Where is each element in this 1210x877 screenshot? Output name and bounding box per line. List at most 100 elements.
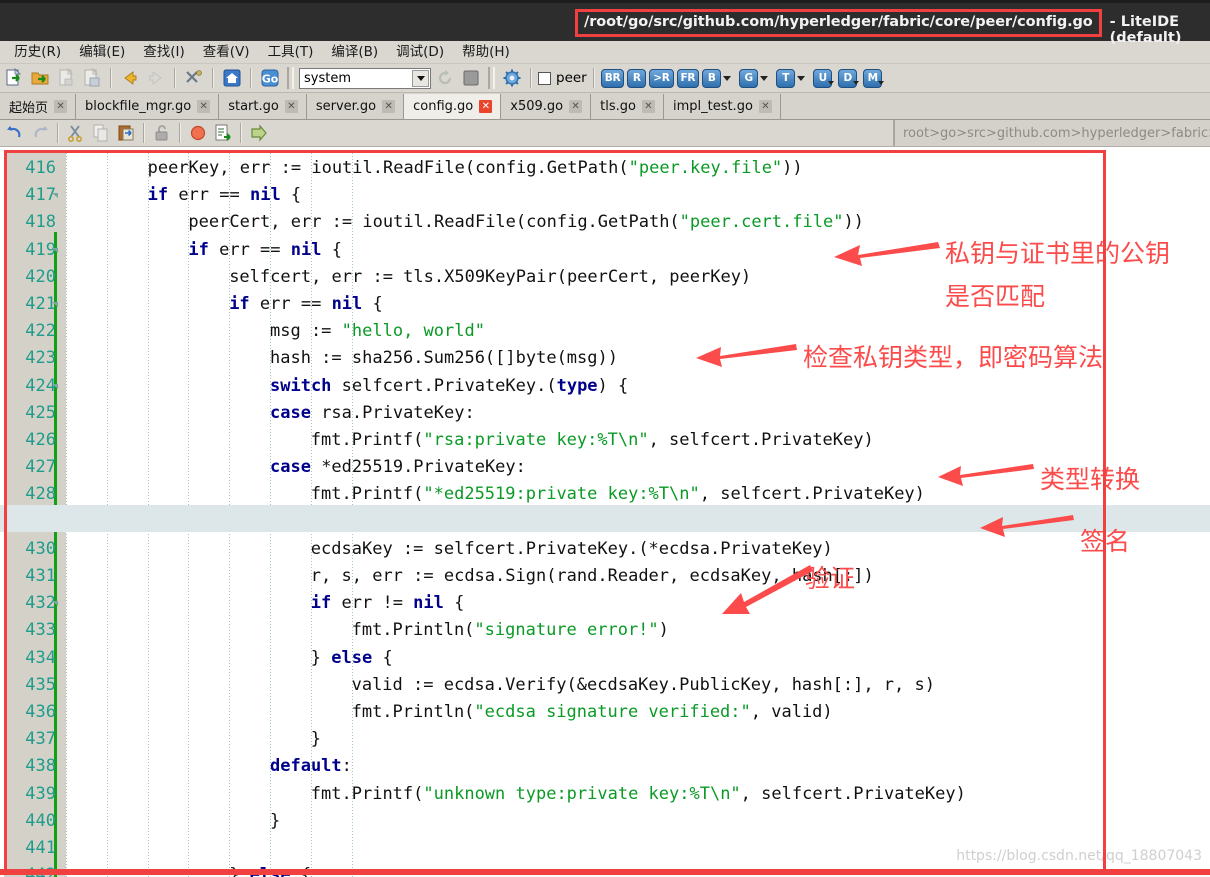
code-line[interactable]: if err == nil { — [188, 237, 342, 264]
toolbar-grip-2[interactable] — [488, 67, 495, 89]
gear-icon[interactable] — [500, 66, 524, 90]
undo-icon[interactable] — [3, 121, 27, 145]
chevron-down-icon[interactable] — [723, 75, 732, 81]
window-title-path: /root/go/src/github.com/hyperledger/fabr… — [575, 9, 1102, 37]
code-line[interactable]: valid := ecdsa.Verify(&ecdsaKey.PublicKe… — [352, 672, 935, 699]
target-checkbox-group[interactable]: peer — [538, 70, 587, 86]
toolbar-grip-1[interactable] — [287, 67, 294, 89]
chevron-down-icon[interactable] — [853, 80, 860, 85]
target-checkbox[interactable] — [538, 71, 551, 85]
close-icon[interactable]: ✕ — [641, 100, 655, 113]
build-button-D[interactable]: D — [838, 68, 860, 88]
breadcrumb[interactable]: root>go>src>github.com>hyperledger>fabri… — [893, 120, 1210, 146]
code-line[interactable]: default: — [270, 753, 352, 780]
tab-start-go[interactable]: start.go ✕ — [219, 94, 307, 119]
menu-item-2[interactable]: 编辑(E) — [70, 42, 134, 63]
code-text: ) — [658, 620, 669, 641]
build-button-R[interactable]: R — [627, 68, 647, 88]
build-button-B[interactable]: B — [702, 68, 732, 88]
tab-x509-go[interactable]: x509.go ✕ — [501, 94, 592, 119]
chevron-down-icon[interactable] — [797, 75, 806, 81]
code-line[interactable]: } — [270, 808, 280, 835]
build-button-BR[interactable]: BR — [600, 68, 625, 88]
editor-toolbar: root>go>src>github.com>hyperledger>fabri… — [0, 120, 1210, 147]
menu-item-5[interactable]: 工具(T) — [259, 42, 323, 63]
export-icon[interactable] — [211, 121, 235, 145]
code-line[interactable]: case *ed25519.PrivateKey: — [270, 454, 526, 481]
menu-item-6[interactable]: 编译(B) — [322, 42, 387, 63]
code-text: } — [310, 729, 322, 750]
line-number: 422 — [25, 321, 56, 342]
close-icon[interactable]: ✕ — [479, 100, 493, 113]
code-line[interactable]: peerCert, err := ioutil.ReadFile(config.… — [188, 209, 864, 236]
menu-item-7[interactable]: 调试(D) — [387, 42, 453, 63]
build-button-FR[interactable]: FR — [676, 68, 700, 88]
code-line[interactable]: msg := "hello, world" — [270, 318, 485, 345]
tab-config-go[interactable]: config.go ✕ — [404, 94, 502, 119]
cut-icon[interactable] — [64, 121, 88, 145]
build-button-G[interactable]: G — [739, 68, 769, 88]
fold-toggle-icon[interactable] — [52, 302, 58, 307]
chevron-down-icon[interactable] — [878, 80, 885, 85]
fold-toggle-icon[interactable] — [52, 247, 58, 253]
code-line[interactable]: selfcert, err := tls.X509KeyPair(peerCer… — [229, 264, 751, 291]
close-icon[interactable]: ✕ — [197, 100, 211, 113]
home-icon[interactable] — [220, 66, 244, 90]
code-line[interactable]: fmt.Printf("unknown type:private key:%T\… — [311, 781, 966, 808]
tab-label: start.go — [228, 99, 279, 114]
code-line[interactable]: } — [311, 726, 321, 753]
tab----[interactable]: 起始页 ✕ — [0, 94, 77, 119]
fold-toggle-icon[interactable] — [52, 193, 58, 199]
code-line[interactable]: switch selfcert.PrivateKey.(type) { — [270, 373, 628, 400]
menu-item-3[interactable]: 查找(I) — [134, 42, 194, 63]
close-icon[interactable]: ✕ — [758, 100, 772, 113]
close-icon[interactable]: ✕ — [284, 100, 298, 113]
code-line[interactable]: peerKey, err := ioutil.ReadFile(config.G… — [148, 155, 803, 182]
code-text: { — [372, 647, 393, 668]
menu-item-4[interactable]: 查看(V) — [194, 42, 259, 63]
build-button-gtR[interactable]: >R — [649, 68, 674, 88]
menu-item-8[interactable]: 帮助(H) — [453, 42, 519, 63]
chevron-down-icon[interactable] — [760, 75, 769, 81]
chevron-down-icon[interactable] — [828, 80, 835, 85]
code-line[interactable]: fmt.Printf("rsa:private key:%T\n", selfc… — [311, 427, 874, 454]
tab-impl-test-go[interactable]: impl_test.go ✕ — [663, 94, 781, 119]
code-line[interactable]: if err != nil { — [311, 590, 465, 617]
stop-icon[interactable] — [459, 66, 483, 90]
code-line[interactable]: hash := sha256.Sum256([]byte(msg)) — [270, 345, 618, 372]
code-line[interactable]: if err == nil { — [148, 182, 302, 209]
fold-toggle-icon[interactable] — [52, 383, 58, 389]
tools-icon[interactable] — [182, 66, 206, 90]
tab-server-go[interactable]: server.go ✕ — [306, 94, 405, 119]
menu-item-1[interactable]: 历史(R) — [5, 42, 70, 63]
tab-blockfile-mgr-go[interactable]: blockfile_mgr.go ✕ — [76, 94, 220, 119]
code-line[interactable]: fmt.Println("ecdsa signature verified:",… — [352, 699, 833, 726]
close-icon[interactable]: ✕ — [569, 100, 583, 113]
code-line[interactable]: fmt.Println("signature error!") — [352, 617, 669, 644]
lock-icon[interactable] — [150, 121, 174, 145]
code-line[interactable]: ecdsaKey := selfcert.PrivateKey.(*ecdsa.… — [311, 536, 833, 563]
chevron-down-icon[interactable] — [412, 69, 429, 87]
tab-tls-go[interactable]: tls.go ✕ — [591, 94, 664, 119]
code-line[interactable]: } else { — [311, 645, 393, 672]
close-icon[interactable]: ✕ — [382, 100, 396, 113]
window-title-app: - LiteIDE (default) — [1109, 14, 1182, 46]
code-line[interactable]: if err == nil { — [229, 291, 383, 318]
build-button-U[interactable]: U — [813, 68, 835, 88]
open-folder-icon[interactable] — [28, 66, 52, 90]
line-number: 433 — [25, 620, 56, 641]
fold-toggle-icon[interactable] — [52, 601, 58, 607]
environment-combobox[interactable]: system — [299, 67, 431, 89]
code-line[interactable]: case rsa.PrivateKey: — [270, 400, 475, 427]
record-icon[interactable] — [186, 121, 210, 145]
build-button-M[interactable]: M — [863, 68, 885, 88]
back-arrow-icon[interactable] — [118, 66, 142, 90]
go-icon[interactable]: Go — [258, 66, 282, 90]
close-icon[interactable]: ✕ — [54, 100, 68, 113]
paste-icon[interactable] — [114, 121, 138, 145]
build-button-T[interactable]: T — [776, 68, 806, 88]
code-text: fmt.Printf( — [310, 484, 424, 505]
line-number: 423 — [25, 348, 56, 369]
jump-icon[interactable] — [247, 121, 271, 145]
open-file-icon[interactable] — [2, 66, 26, 90]
